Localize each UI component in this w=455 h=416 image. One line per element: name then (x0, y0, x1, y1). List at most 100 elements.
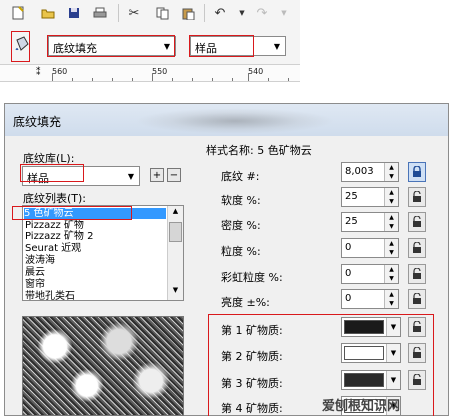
list-item[interactable]: Seurat 近观 (25, 243, 81, 254)
paste-icon[interactable] (178, 4, 198, 22)
unlock-button[interactable] (408, 238, 426, 258)
remove-library-button[interactable]: − (167, 168, 181, 182)
lock-open-icon (413, 347, 421, 358)
save-icon[interactable] (64, 4, 84, 22)
chevron-down-icon: ▼ (386, 318, 400, 336)
title-background-pattern (135, 108, 335, 134)
texture-preview (22, 316, 184, 416)
unlock-button[interactable] (408, 289, 426, 309)
annotation-box (189, 35, 254, 57)
list-scrollbar[interactable]: ▲ ▼ (167, 206, 183, 300)
mineral-2-color-picker[interactable]: ▼ (341, 343, 401, 363)
color-swatch (344, 373, 384, 387)
spinner-value: 0 (345, 293, 352, 304)
mineral-label: 第 4 矿物质: (221, 402, 283, 415)
color-swatch (344, 320, 384, 334)
mineral-label: 第 2 矿物质: (221, 350, 283, 363)
add-library-button[interactable]: + (150, 168, 164, 182)
ruler-label: 550 (152, 67, 168, 76)
open-folder-icon[interactable] (38, 4, 58, 22)
param-label: 彩虹粒度 %: (221, 271, 283, 284)
new-document-icon[interactable] (8, 4, 28, 22)
annotation-box (20, 164, 84, 182)
spinner-arrows-icon[interactable]: ▲ ▼ (384, 290, 398, 308)
horizontal-ruler[interactable]: ⁑ 560 550 540 (0, 64, 300, 82)
chevron-down-icon: ▼ (386, 371, 400, 389)
softness-spinner[interactable]: 25 ▲ ▼ (341, 187, 399, 207)
redo-dropdown-icon[interactable]: ▼ (274, 4, 294, 22)
param-label: 粒度 %: (221, 245, 261, 258)
unlock-button[interactable] (408, 264, 426, 284)
texture-number-spinner[interactable]: 8,003 ▲ ▼ (341, 162, 399, 182)
list-item[interactable]: Pizzazz 矿物 2 (25, 231, 93, 242)
style-name-label: 样式名称: 5 色矿物云 (206, 144, 312, 157)
rainbow-grain-spinner[interactable]: 0 ▲ ▼ (341, 264, 399, 284)
undo-dropdown-icon[interactable]: ▼ (232, 4, 252, 22)
lock-open-icon (413, 191, 421, 202)
lock-closed-icon (413, 166, 421, 177)
list-item[interactable]: 晨云 (25, 267, 45, 278)
list-item[interactable]: Pizzazz 矿物 (25, 220, 84, 231)
spinner-arrows-icon[interactable]: ▲ ▼ (384, 239, 398, 257)
unlock-button[interactable] (408, 187, 426, 207)
mineral-label: 第 1 矿物质: (221, 324, 283, 337)
density-spinner[interactable]: 25 ▲ ▼ (341, 212, 399, 232)
spinner-arrows-icon[interactable]: ▲ ▼ (384, 265, 398, 283)
spinner-value: 0 (345, 242, 352, 253)
mineral-1-color-picker[interactable]: ▼ (341, 317, 401, 337)
lock-button[interactable] (408, 162, 426, 182)
annotation-box (11, 31, 30, 62)
copy-icon[interactable] (152, 4, 172, 22)
unlock-button[interactable] (408, 317, 426, 337)
mineral-3-color-picker[interactable]: ▼ (341, 370, 401, 390)
lock-open-icon (413, 216, 421, 227)
ruler-origin-icon[interactable]: ⁑ (36, 68, 41, 78)
print-icon[interactable] (90, 4, 110, 22)
plus-icon: + (152, 169, 162, 181)
lock-open-icon (413, 268, 421, 279)
spinner-value: 0 (345, 268, 352, 279)
spinner-value: 25 (345, 191, 358, 202)
spinner-arrows-icon[interactable]: ▲ ▼ (384, 188, 398, 206)
minus-icon: − (169, 169, 179, 181)
lock-open-icon (413, 293, 421, 304)
param-label: 亮度 ±%: (221, 296, 270, 309)
color-swatch (344, 346, 384, 360)
param-label: 软度 %: (221, 194, 261, 207)
unlock-button[interactable] (408, 343, 426, 363)
ruler-label: 560 (52, 67, 68, 76)
cut-icon[interactable]: ✂ (124, 4, 144, 22)
unlock-button[interactable] (408, 370, 426, 390)
lock-open-icon (413, 321, 421, 332)
lock-open-icon (413, 242, 421, 253)
dialog-title-bar[interactable]: 底纹填充 (5, 104, 448, 136)
scroll-thumb[interactable] (169, 222, 182, 242)
brightness-spinner[interactable]: 0 ▲ ▼ (341, 289, 399, 309)
list-item[interactable]: 带地孔类石 (25, 291, 75, 300)
annotation-box (12, 206, 132, 220)
list-item[interactable]: 波涛海 (25, 255, 55, 266)
scroll-up-icon[interactable]: ▲ (169, 207, 182, 219)
standard-toolbar: ✂ ↶ ▼ ↷ ▼ (0, 0, 300, 28)
texture-list-label: 底纹列表(T): (23, 192, 87, 205)
property-bar: 底纹填充 ▼ 样品 ▼ (0, 28, 300, 64)
annotation-box (47, 35, 175, 57)
param-label: 底纹 #: (221, 170, 260, 183)
redo-icon[interactable]: ↷ (252, 4, 272, 22)
mineral-label: 第 3 矿物质: (221, 377, 283, 390)
scroll-down-icon[interactable]: ▼ (169, 286, 182, 298)
unlock-button[interactable] (408, 212, 426, 232)
spinner-arrows-icon[interactable]: ▲ ▼ (384, 213, 398, 231)
chevron-down-icon: ▼ (273, 41, 281, 51)
param-label: 密度 %: (221, 219, 261, 232)
watermark: 爱刨根知识网 (322, 399, 401, 414)
list-item[interactable]: 窗帘 (25, 279, 45, 290)
ruler-label: 540 (248, 67, 264, 76)
spinner-value: 25 (345, 216, 358, 227)
chevron-down-icon: ▼ (127, 171, 135, 181)
grain-spinner[interactable]: 0 ▲ ▼ (341, 238, 399, 258)
dialog-title: 底纹填充 (13, 115, 62, 129)
undo-icon[interactable]: ↶ (210, 4, 230, 22)
spinner-arrows-icon[interactable]: ▲ ▼ (384, 163, 398, 181)
spinner-value: 8,003 (345, 166, 374, 177)
